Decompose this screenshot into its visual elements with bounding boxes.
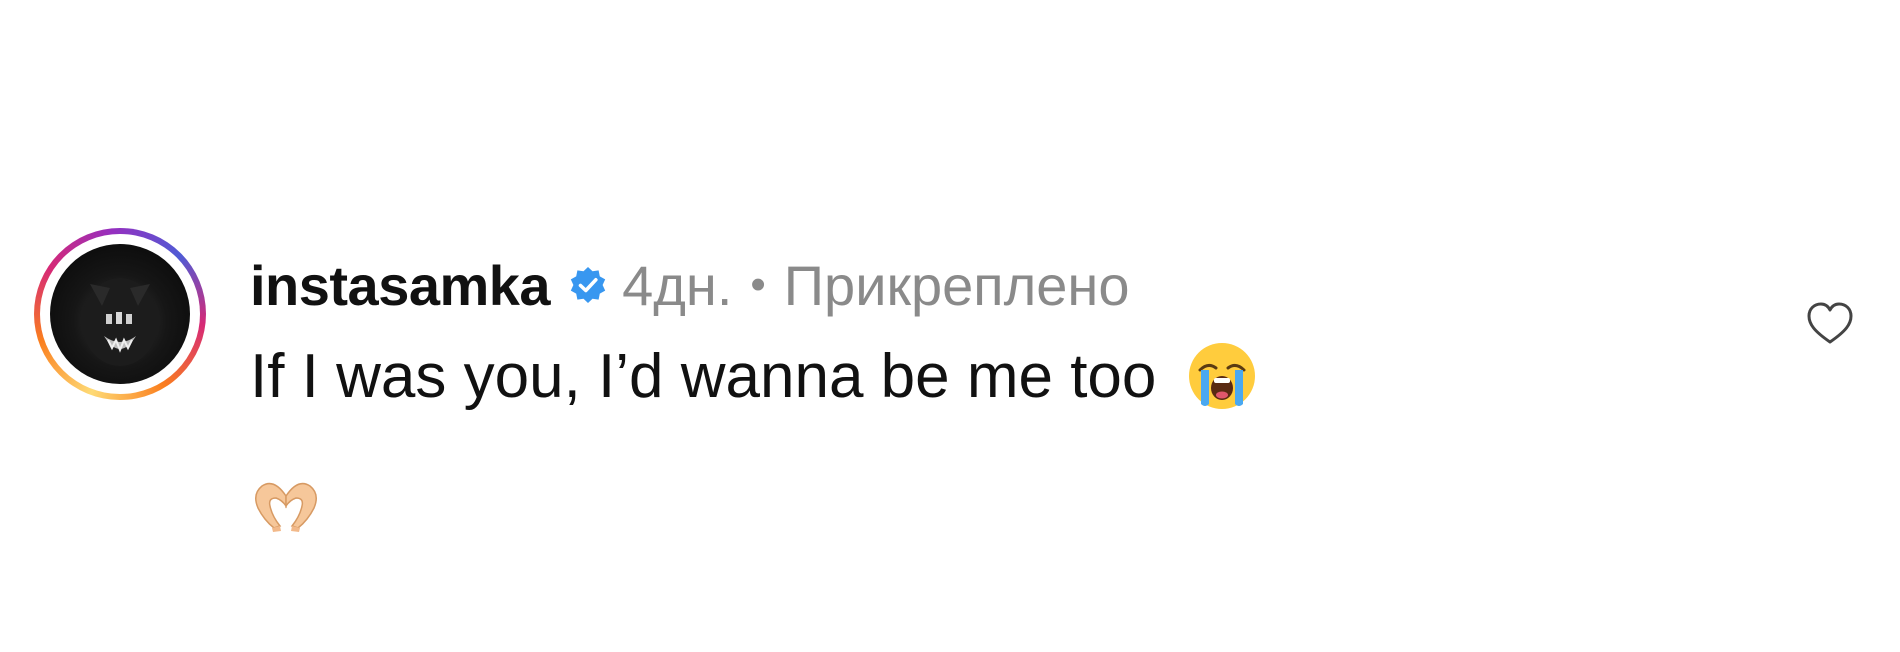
comment: instasamka 4дн. • Прикреплено If I was y… — [34, 228, 1864, 548]
comment-timestamp: 4дн. — [622, 253, 733, 317]
avatar-story-ring[interactable] — [34, 228, 206, 400]
username[interactable]: instasamka — [250, 253, 551, 318]
like-heart-icon[interactable] — [1804, 298, 1856, 350]
comment-text: If I was you, I’d wanna be me too — [250, 341, 1157, 411]
comment-body: If I was you, I’d wanna be me too — [250, 336, 1258, 416]
meta-separator: • — [750, 260, 766, 309]
heart-hands-icon — [250, 476, 322, 532]
loudly-crying-face-icon — [1186, 340, 1258, 412]
avatar-image — [82, 278, 158, 366]
avatar[interactable] — [50, 244, 190, 384]
pinned-label: Прикреплено — [783, 253, 1130, 317]
comment-meta: instasamka 4дн. • Прикреплено — [250, 250, 1129, 320]
verified-badge-icon — [568, 265, 608, 305]
